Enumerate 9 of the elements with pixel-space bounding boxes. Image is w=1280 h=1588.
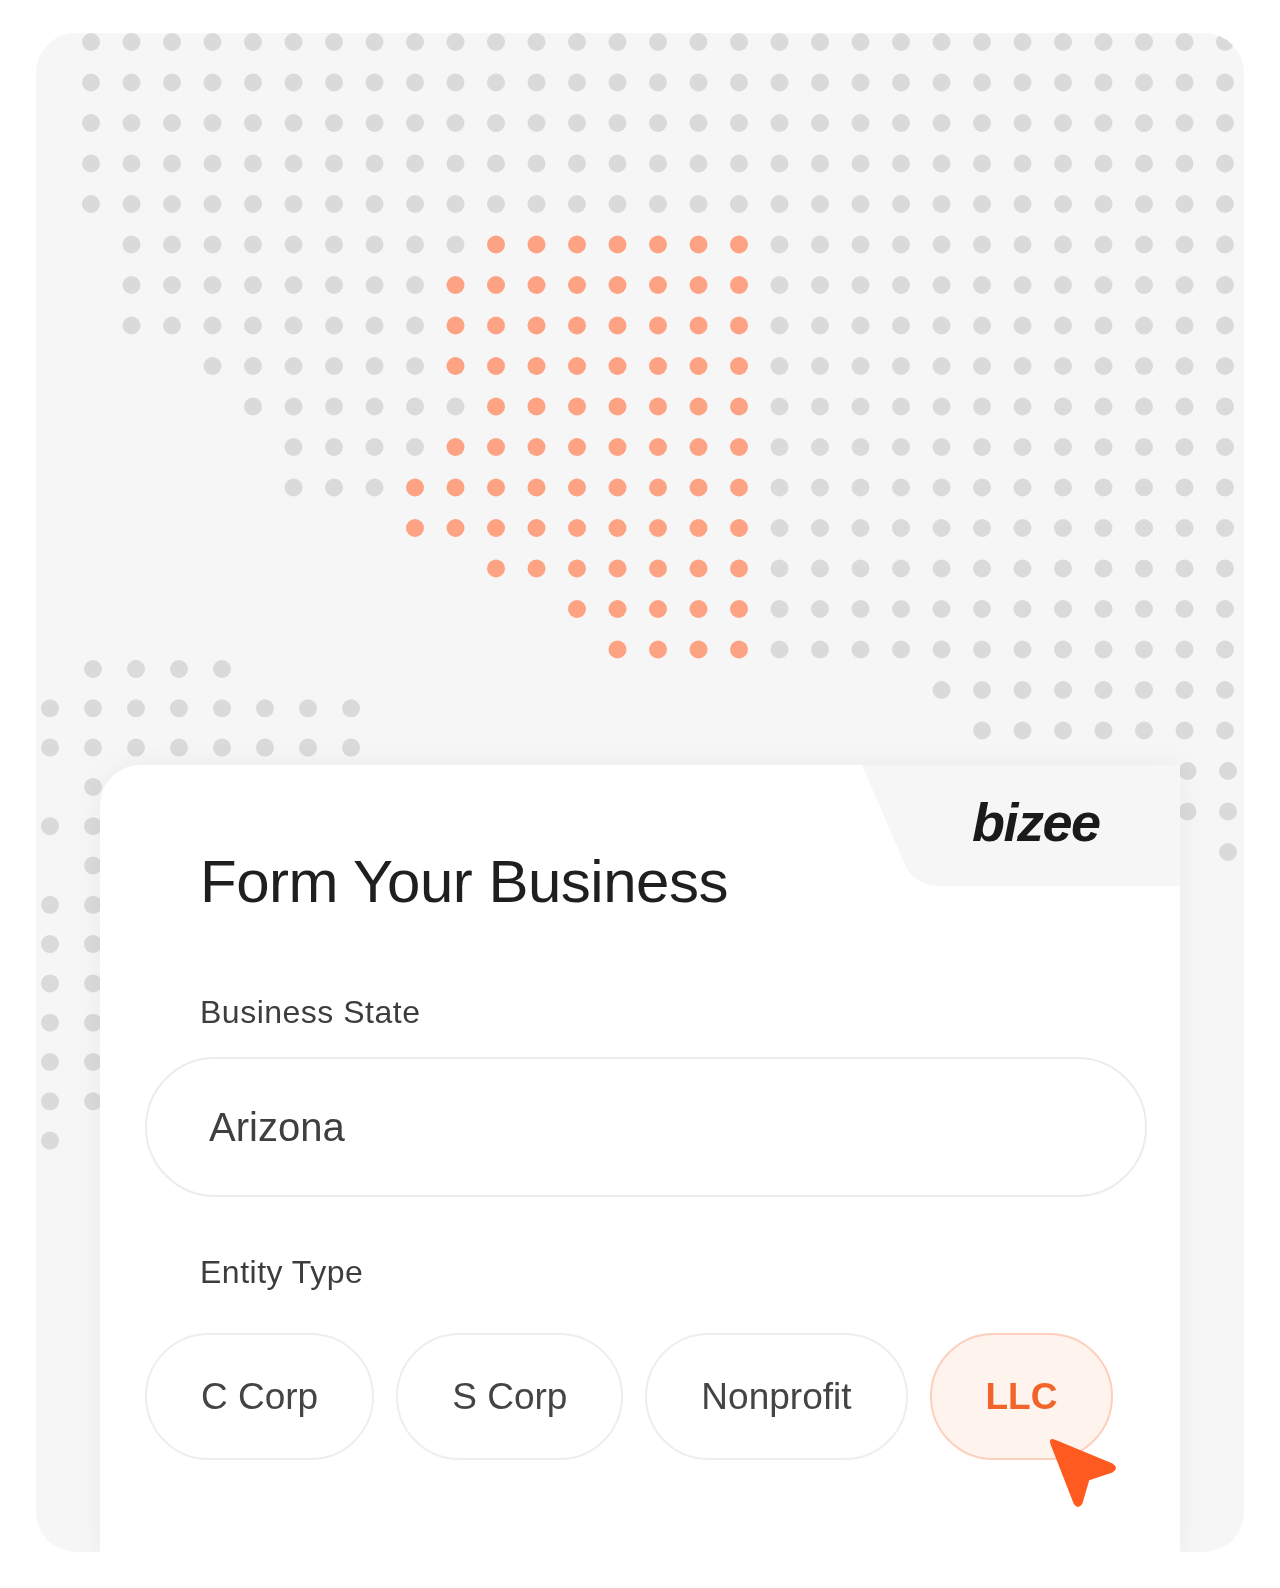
brand-logo: bizee [972, 795, 1100, 849]
form-title: Form Your Business [200, 852, 728, 912]
entity-type-option[interactable]: Nonprofit [645, 1333, 908, 1460]
field-label: Business State [200, 996, 421, 1028]
entity-type-option[interactable]: C Corp [145, 1333, 375, 1460]
field-label: Entity Type [200, 1256, 364, 1288]
business-state-field[interactable]: Arizona [145, 1057, 1147, 1197]
entity-type-option[interactable]: S Corp [396, 1333, 624, 1460]
cursor-icon [1048, 1437, 1118, 1509]
